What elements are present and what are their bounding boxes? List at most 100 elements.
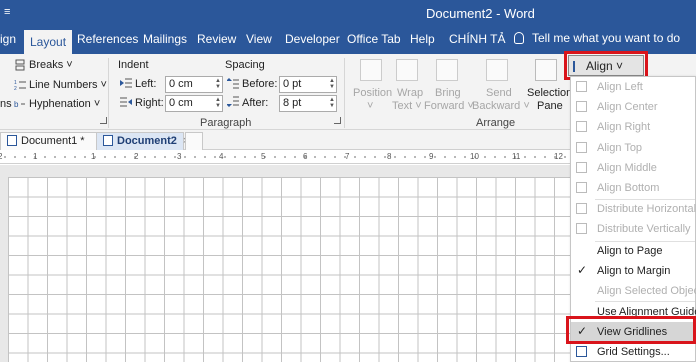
window-title: Document2 - Word bbox=[426, 6, 535, 21]
send-backward-label-1[interactable]: Send bbox=[486, 87, 512, 99]
align-bottom-icon bbox=[576, 182, 587, 193]
doc-tab-label: Document2 bbox=[117, 135, 177, 147]
group-separator bbox=[344, 58, 345, 128]
ruler-number: 8 bbox=[387, 152, 392, 161]
hyphenation-icon: b bbox=[14, 100, 25, 109]
menu-item-align-left[interactable]: Align Left bbox=[571, 77, 696, 97]
selection-pane-icon bbox=[535, 59, 557, 81]
tell-me-search[interactable]: Tell me what you want to do bbox=[514, 31, 680, 45]
tab-design[interactable]: ign bbox=[0, 32, 16, 46]
bring-forward-label-2[interactable]: Forward ˅ bbox=[424, 100, 474, 112]
tab-layout[interactable]: Layout bbox=[24, 30, 73, 54]
menu-item-align-center[interactable]: Align Center bbox=[571, 97, 696, 117]
ruler-number: 3 bbox=[177, 152, 182, 161]
align-middle-icon bbox=[576, 162, 587, 173]
spin-arrows-icon[interactable]: ▲ ▼ bbox=[215, 97, 221, 109]
wrap-text-label-1[interactable]: Wrap bbox=[397, 87, 423, 99]
position-dropdown-arrow[interactable]: ˅ bbox=[367, 100, 373, 112]
tab-view[interactable]: View bbox=[246, 32, 272, 46]
breaks-button[interactable]: Breaks ˅ bbox=[29, 59, 73, 71]
menu-item-align-middle[interactable]: Align Middle bbox=[571, 158, 696, 178]
align-right-icon bbox=[576, 121, 587, 132]
distribute-horizontally-icon bbox=[576, 203, 587, 214]
spin-arrows-icon[interactable]: ▲ ▼ bbox=[329, 97, 335, 109]
quick-access-icon[interactable]: ≡ bbox=[4, 6, 10, 18]
bring-forward-label-1[interactable]: Bring bbox=[435, 87, 461, 99]
indent-left-input[interactable]: 0 cm ▲ ▼ bbox=[165, 76, 223, 93]
checkmark-icon: ✓ bbox=[577, 263, 588, 277]
bring-forward-icon bbox=[436, 59, 458, 81]
menu-item-grid-settings[interactable]: Grid Settings... bbox=[571, 342, 696, 362]
paragraph-launcher-icon[interactable] bbox=[334, 117, 341, 124]
ruler-number: 2 bbox=[0, 152, 3, 161]
indent-right-value: 0 cm bbox=[169, 97, 193, 109]
menu-item-distribute-horizontally[interactable]: Distribute Horizontally bbox=[571, 199, 696, 219]
ruler-number: 9 bbox=[429, 152, 434, 161]
arrange-group-label: Arrange bbox=[476, 117, 516, 129]
ruler-number: 6 bbox=[303, 152, 308, 161]
spacing-after-icon bbox=[227, 96, 239, 107]
send-backward-icon bbox=[486, 59, 508, 81]
menu-item-distribute-vertically[interactable]: Distribute Vertically bbox=[571, 219, 696, 239]
distribute-vertically-icon bbox=[576, 223, 587, 234]
tell-me-text: Tell me what you want to do bbox=[532, 31, 681, 45]
ruler-number: 7 bbox=[345, 152, 350, 161]
hyphenation-button[interactable]: Hyphenation ˅ bbox=[29, 98, 100, 110]
selection-pane-label-1[interactable]: Selection bbox=[527, 87, 572, 99]
indent-left-label: Left: bbox=[135, 78, 157, 90]
spin-arrows-icon[interactable]: ▲ ▼ bbox=[215, 78, 221, 90]
selection-pane-label-2[interactable]: Pane bbox=[537, 100, 563, 112]
tab-references[interactable]: References bbox=[77, 32, 138, 46]
word-doc-icon bbox=[7, 135, 17, 146]
spacing-after-label: After: bbox=[242, 97, 269, 109]
indent-left-value: 0 cm bbox=[169, 78, 193, 90]
view-gridlines-highlight bbox=[566, 316, 696, 344]
ruler-number: 11 bbox=[512, 152, 521, 161]
menu-item-align-to-margin[interactable]: ✓ Align to Margin bbox=[571, 261, 696, 281]
tab-office-tab[interactable]: Office Tab bbox=[347, 32, 401, 46]
ruler-number: 1 bbox=[91, 152, 96, 161]
lightbulb-icon bbox=[514, 32, 524, 44]
menu-item-align-to-page[interactable]: Align to Page bbox=[571, 241, 696, 261]
menu-item-align-right[interactable]: Align Right bbox=[571, 117, 696, 137]
wrap-text-label-2[interactable]: Text ˅ bbox=[392, 100, 422, 112]
spacing-before-icon bbox=[227, 78, 239, 89]
menu-item-align-top[interactable]: Align Top bbox=[571, 138, 696, 158]
line-numbers-icon: 12 bbox=[14, 80, 26, 91]
align-center-icon bbox=[576, 101, 587, 112]
tab-developer[interactable]: Developer bbox=[285, 32, 340, 46]
spacing-after-input[interactable]: 8 pt ▲ ▼ bbox=[279, 95, 337, 112]
svg-text:2: 2 bbox=[14, 86, 17, 91]
grid-settings-icon bbox=[576, 346, 587, 357]
page-setup-launcher-icon[interactable] bbox=[100, 117, 107, 124]
line-numbers-button[interactable]: Line Numbers ˅ bbox=[29, 79, 107, 91]
indent-header: Indent bbox=[118, 59, 149, 71]
indent-right-icon bbox=[120, 97, 132, 107]
group-separator bbox=[108, 58, 109, 128]
send-backward-label-2[interactable]: Backward ˅ bbox=[472, 100, 530, 112]
spacing-before-label: Before: bbox=[242, 78, 278, 90]
doc-tab-document2[interactable]: Document2× bbox=[96, 132, 189, 150]
menu-item-align-bottom[interactable]: Align Bottom bbox=[571, 178, 696, 198]
tab-help[interactable]: Help bbox=[410, 32, 435, 46]
page-setup-cut-label: ns bbox=[0, 98, 12, 110]
position-label[interactable]: Position bbox=[353, 87, 392, 99]
doc-tab-document1[interactable]: Document1 * bbox=[0, 132, 98, 150]
menu-item-align-selected-objects[interactable]: Align Selected Objects bbox=[571, 281, 696, 301]
spacing-header: Spacing bbox=[225, 59, 265, 71]
indent-right-input[interactable]: 0 cm ▲ ▼ bbox=[165, 95, 223, 112]
breaks-icon bbox=[15, 59, 25, 71]
ruler-number: 2 bbox=[134, 152, 139, 161]
spacing-before-input[interactable]: 0 pt ▲ ▼ bbox=[279, 76, 337, 93]
spacing-before-value: 0 pt bbox=[283, 78, 302, 90]
ruler-number: 1 bbox=[33, 152, 38, 161]
new-tab-button[interactable] bbox=[185, 132, 203, 150]
spin-arrows-icon[interactable]: ▲ ▼ bbox=[329, 78, 335, 90]
wrap-text-icon bbox=[396, 59, 418, 81]
paragraph-group-label: Paragraph bbox=[200, 117, 252, 129]
indent-left-icon bbox=[120, 78, 132, 88]
word-doc-icon bbox=[103, 135, 113, 146]
tab-mailings[interactable]: Mailings bbox=[143, 32, 187, 46]
tab-review[interactable]: Review bbox=[197, 32, 236, 46]
tab-chinh-ta[interactable]: CHÍNH TẢ bbox=[449, 32, 505, 46]
